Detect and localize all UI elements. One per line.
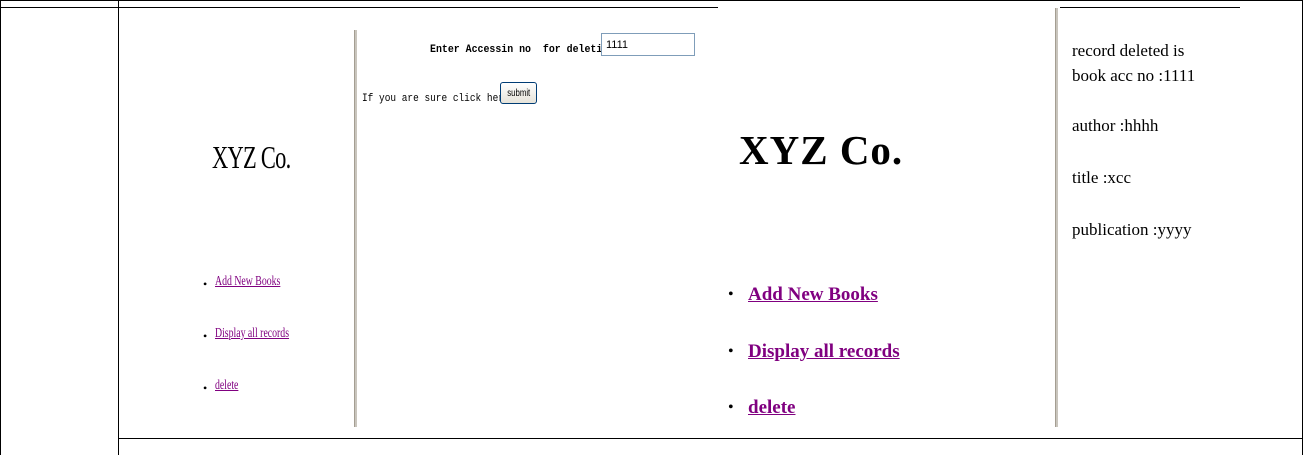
right-logo: XYZ Co. <box>739 127 904 173</box>
acc-no-input[interactable] <box>601 33 695 56</box>
frame-separator-left[interactable] <box>354 30 357 427</box>
bullet-icon: • <box>203 277 208 291</box>
table-row-divider-mid <box>118 7 718 8</box>
table-row-divider-left <box>0 7 118 8</box>
right-nav-item-delete[interactable]: • delete <box>728 397 795 419</box>
submit-button-label: submit <box>507 87 530 99</box>
right-nav-item-display[interactable]: • Display all records <box>728 341 900 363</box>
result-author: author :hhhh <box>1072 116 1159 135</box>
bullet-icon: • <box>203 381 208 395</box>
table-column-divider <box>118 0 119 455</box>
result-publication: publication :yyyy <box>1072 220 1192 239</box>
left-nav-item-display[interactable]: • Display all records <box>203 326 321 343</box>
bullet-icon: • <box>728 399 734 416</box>
left-nav-item-add[interactable]: • Add New Books <box>203 274 308 291</box>
left-nav-item-delete[interactable]: • delete <box>203 378 248 395</box>
right-nav-link-add-books[interactable]: Add New Books <box>748 284 878 305</box>
right-nav-link-display-records[interactable]: Display all records <box>748 341 900 362</box>
right-nav-item-add[interactable]: • Add New Books <box>728 284 878 306</box>
bullet-icon: • <box>728 286 734 303</box>
result-acc-no: book acc no :1111 <box>1072 66 1196 85</box>
table-row-divider-right <box>1060 7 1240 8</box>
bullet-icon: • <box>728 343 734 360</box>
result-title: title :xcc <box>1072 168 1132 187</box>
left-logo: XYZ Co. <box>212 139 291 175</box>
table-bottom-border <box>118 438 1303 439</box>
result-line-1: record deleted is <box>1072 41 1185 60</box>
right-nav-link-delete[interactable]: delete <box>748 397 795 418</box>
confirm-label: If you are sure click here <box>362 93 510 105</box>
submit-button[interactable]: submit <box>500 82 537 104</box>
bullet-icon: • <box>203 329 208 343</box>
frame-separator-right[interactable] <box>1055 8 1058 427</box>
acc-no-label: Enter Accessin no for deletion: <box>430 44 621 56</box>
left-nav-link-add-books[interactable]: Add New Books <box>215 274 280 290</box>
left-nav-link-delete[interactable]: delete <box>215 378 238 394</box>
left-nav-link-display-records[interactable]: Display all records <box>215 326 289 342</box>
